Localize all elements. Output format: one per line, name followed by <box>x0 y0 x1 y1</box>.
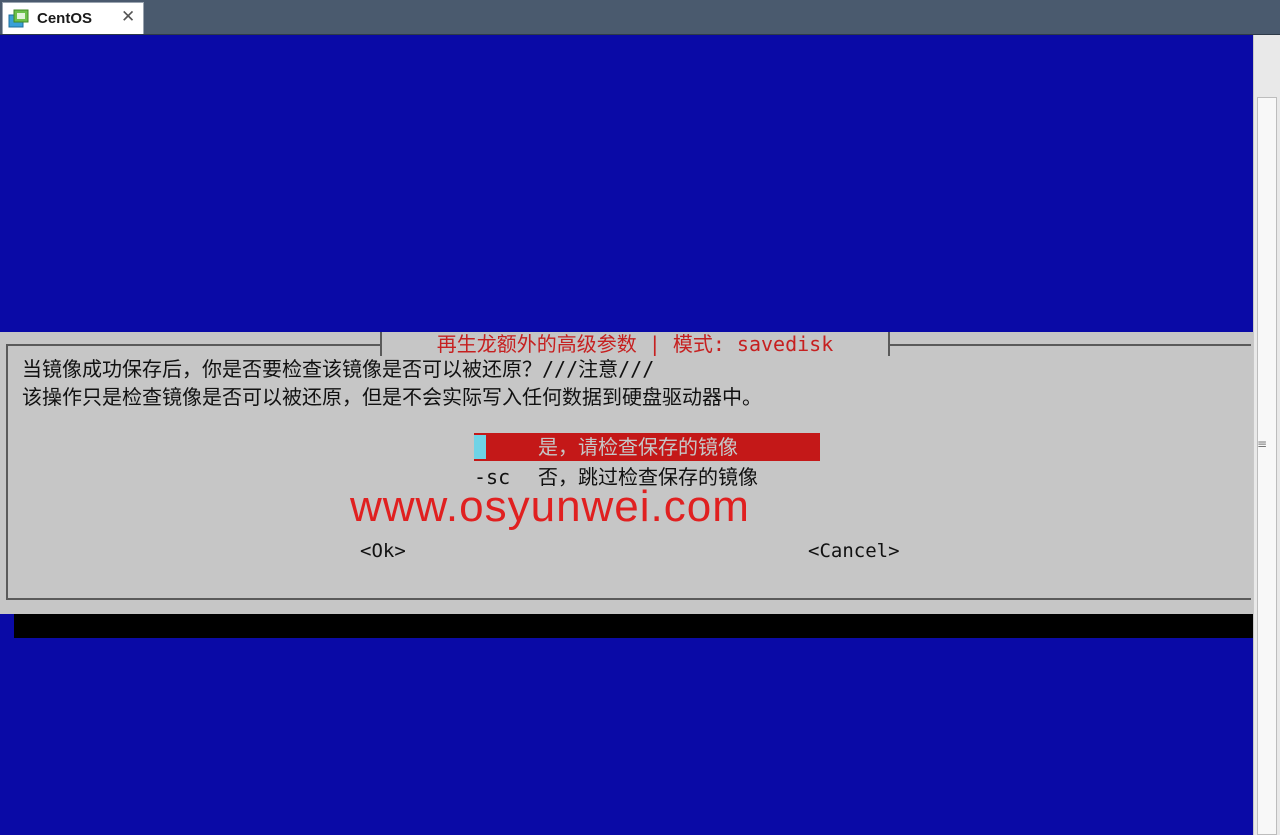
cancel-button[interactable]: <Cancel> <box>808 540 900 562</box>
dialog-message-line-1: 当镜像成功保存后，你是否要检查该镜像是否可以被还原？///注意/// <box>22 357 655 381</box>
dialog-title: 再生龙额外的高级参数 | 模式: savedisk <box>436 332 834 356</box>
option-label: 是，请检查保存的镜像 <box>538 435 738 459</box>
close-icon[interactable]: ✕ <box>121 7 135 27</box>
tab-bar: CentOS ✕ <box>0 0 1280 35</box>
cursor-block <box>474 435 486 459</box>
dialog-message-line-2: 该操作只是检查镜像是否可以被还原，但是不会实际写入任何数据到硬盘驱动器中。 <box>22 385 762 409</box>
grip-icon: ≡ <box>1257 437 1268 451</box>
watermark-text: www.osyunwei.com <box>350 482 750 531</box>
scrollbar-thumb[interactable] <box>1257 97 1277 835</box>
tab-centos[interactable]: CentOS ✕ <box>2 2 144 34</box>
tab-title: CentOS <box>37 10 93 27</box>
option-yes-check-image[interactable]: 是，请检查保存的镜像 <box>474 433 820 461</box>
ok-button[interactable]: <Ok> <box>360 540 406 562</box>
dialog-title-box: 再生龙额外的高级参数 | 模式: savedisk <box>380 332 890 356</box>
vm-icon <box>8 9 29 28</box>
vertical-scrollbar[interactable]: ≡ <box>1253 35 1280 835</box>
dialog: 再生龙额外的高级参数 | 模式: savedisk 当镜像成功保存后，你是否要检… <box>0 332 1253 614</box>
dialog-shadow <box>14 614 1253 638</box>
